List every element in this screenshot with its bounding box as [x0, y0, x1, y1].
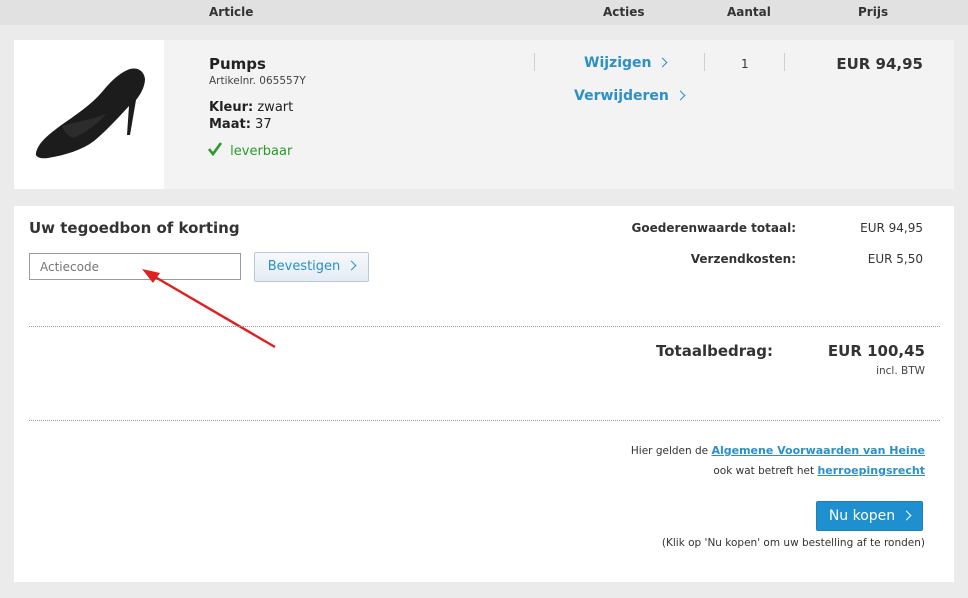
goods-total-value: EUR 94,95 — [860, 221, 923, 235]
terms-line: Hier gelden de Algemene Voorwaarden van … — [631, 444, 925, 457]
withdrawal-line: ook wat betreft het herroepingsrecht — [713, 464, 925, 477]
withdrawal-link[interactable]: herroepingsrecht — [817, 464, 925, 477]
vat-note: incl. BTW — [876, 365, 925, 377]
shipping-value: EUR 5,50 — [867, 252, 923, 266]
total-value: EUR 100,45 — [827, 342, 925, 360]
divider — [29, 420, 940, 421]
withdrawal-prefix: ook wat betreft het — [713, 465, 815, 477]
buy-now-button[interactable]: Nu kopen — [816, 501, 923, 531]
shipping-label: Verzendkosten: — [690, 252, 796, 266]
goods-total-label: Goederenwaarde totaal: — [631, 221, 797, 235]
total-label: Totaalbedrag: — [655, 342, 773, 360]
terms-link[interactable]: Algemene Voorwaarden van Heine — [711, 444, 925, 457]
buy-now-label: Nu kopen — [828, 508, 896, 524]
chevron-right-icon — [901, 510, 912, 521]
terms-prefix: Hier gelden de — [630, 445, 709, 457]
divider — [29, 326, 940, 327]
checkout-hint: (Klik op 'Nu kopen' om uw bestelling af … — [661, 537, 925, 549]
